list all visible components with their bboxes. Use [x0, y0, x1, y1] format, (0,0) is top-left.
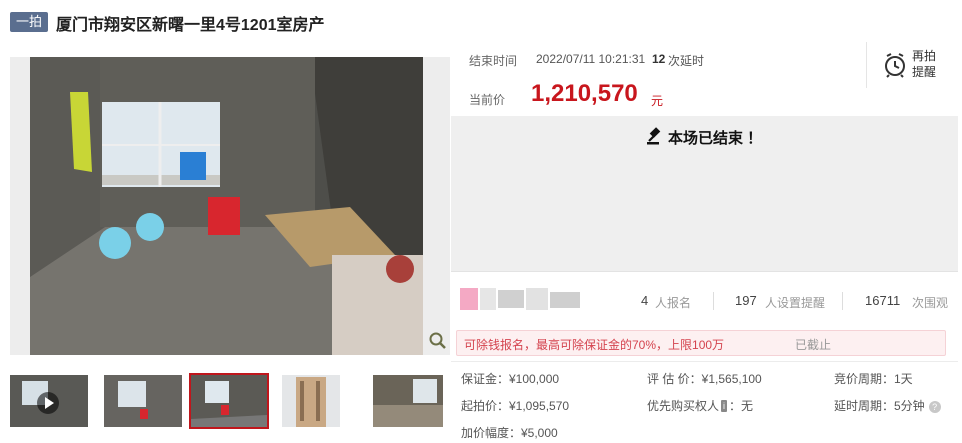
thumbnail-video[interactable] [10, 375, 88, 427]
room-photo [10, 57, 450, 355]
zoom-icon[interactable] [428, 331, 448, 351]
signup-label: 人报名 [655, 296, 692, 310]
thumbnail-photo[interactable] [373, 375, 443, 427]
help-icon[interactable]: ? [928, 401, 941, 413]
currency-unit: 元 [651, 94, 664, 108]
bidder-avatars-blurred [460, 286, 582, 312]
alarm-clock-icon[interactable] [882, 52, 908, 83]
delay-cycle-info: 延时周期：5分钟? [834, 397, 941, 414]
increment-info: 加价幅度：¥5,000 [461, 426, 558, 440]
end-time-label: 结束时间 [469, 54, 518, 68]
appraisal-info: 评 估 价：¥1,565,100 [647, 372, 762, 386]
current-price: 1,210,570 [531, 80, 638, 107]
current-price-label: 当前价 [469, 93, 506, 107]
start-price-info: 起拍价：¥1,095,570 [461, 399, 570, 413]
main-property-photo[interactable] [10, 57, 450, 355]
page-title: 厦门市翔安区新曙一里4号1201室房产 [56, 17, 325, 34]
auction-ended-text: 本场已结束 ！ [668, 130, 763, 147]
divider [842, 292, 843, 310]
gavel-icon [646, 127, 664, 150]
bid-cycle-info: 竞价周期：1天 [834, 372, 913, 386]
divider [713, 292, 714, 310]
thumbnail-building[interactable] [282, 375, 340, 427]
priority-buyer-info: 优先购买权人 i ：无 [647, 397, 753, 414]
end-time-value: 2022/07/11 10:21:31 [536, 52, 646, 66]
thumbnail-photo[interactable] [104, 375, 182, 427]
info-icon[interactable]: i [721, 400, 728, 412]
loan-signup-text: 可除钱报名，最高可除保证金的70%，上限100万 [464, 338, 725, 352]
reminder-count: 197 [735, 293, 757, 308]
divider [451, 361, 958, 362]
view-count: 16711 [865, 293, 901, 308]
thumbnail-photo-selected[interactable] [189, 373, 269, 429]
divider [451, 271, 958, 272]
view-label: 次围观 [912, 296, 949, 310]
signup-count: 4 [641, 293, 649, 308]
delay-cycle-text: 延时周期：5分钟 [834, 399, 925, 413]
priority-value: ：无 [729, 399, 754, 413]
divider [866, 42, 867, 88]
remind-button[interactable]: 再拍提醒 [912, 48, 942, 80]
deposit-info: 保证金：¥100,000 [461, 372, 560, 386]
reminder-label: 人设置提醒 [765, 296, 826, 310]
delay-count: 12 [652, 52, 666, 66]
priority-label: 优先购买权人 [647, 399, 720, 413]
auction-round-tag: 一拍 [10, 12, 48, 32]
delay-label: 次延时 [668, 54, 705, 68]
loan-signup-status: 已截止 [795, 338, 832, 352]
